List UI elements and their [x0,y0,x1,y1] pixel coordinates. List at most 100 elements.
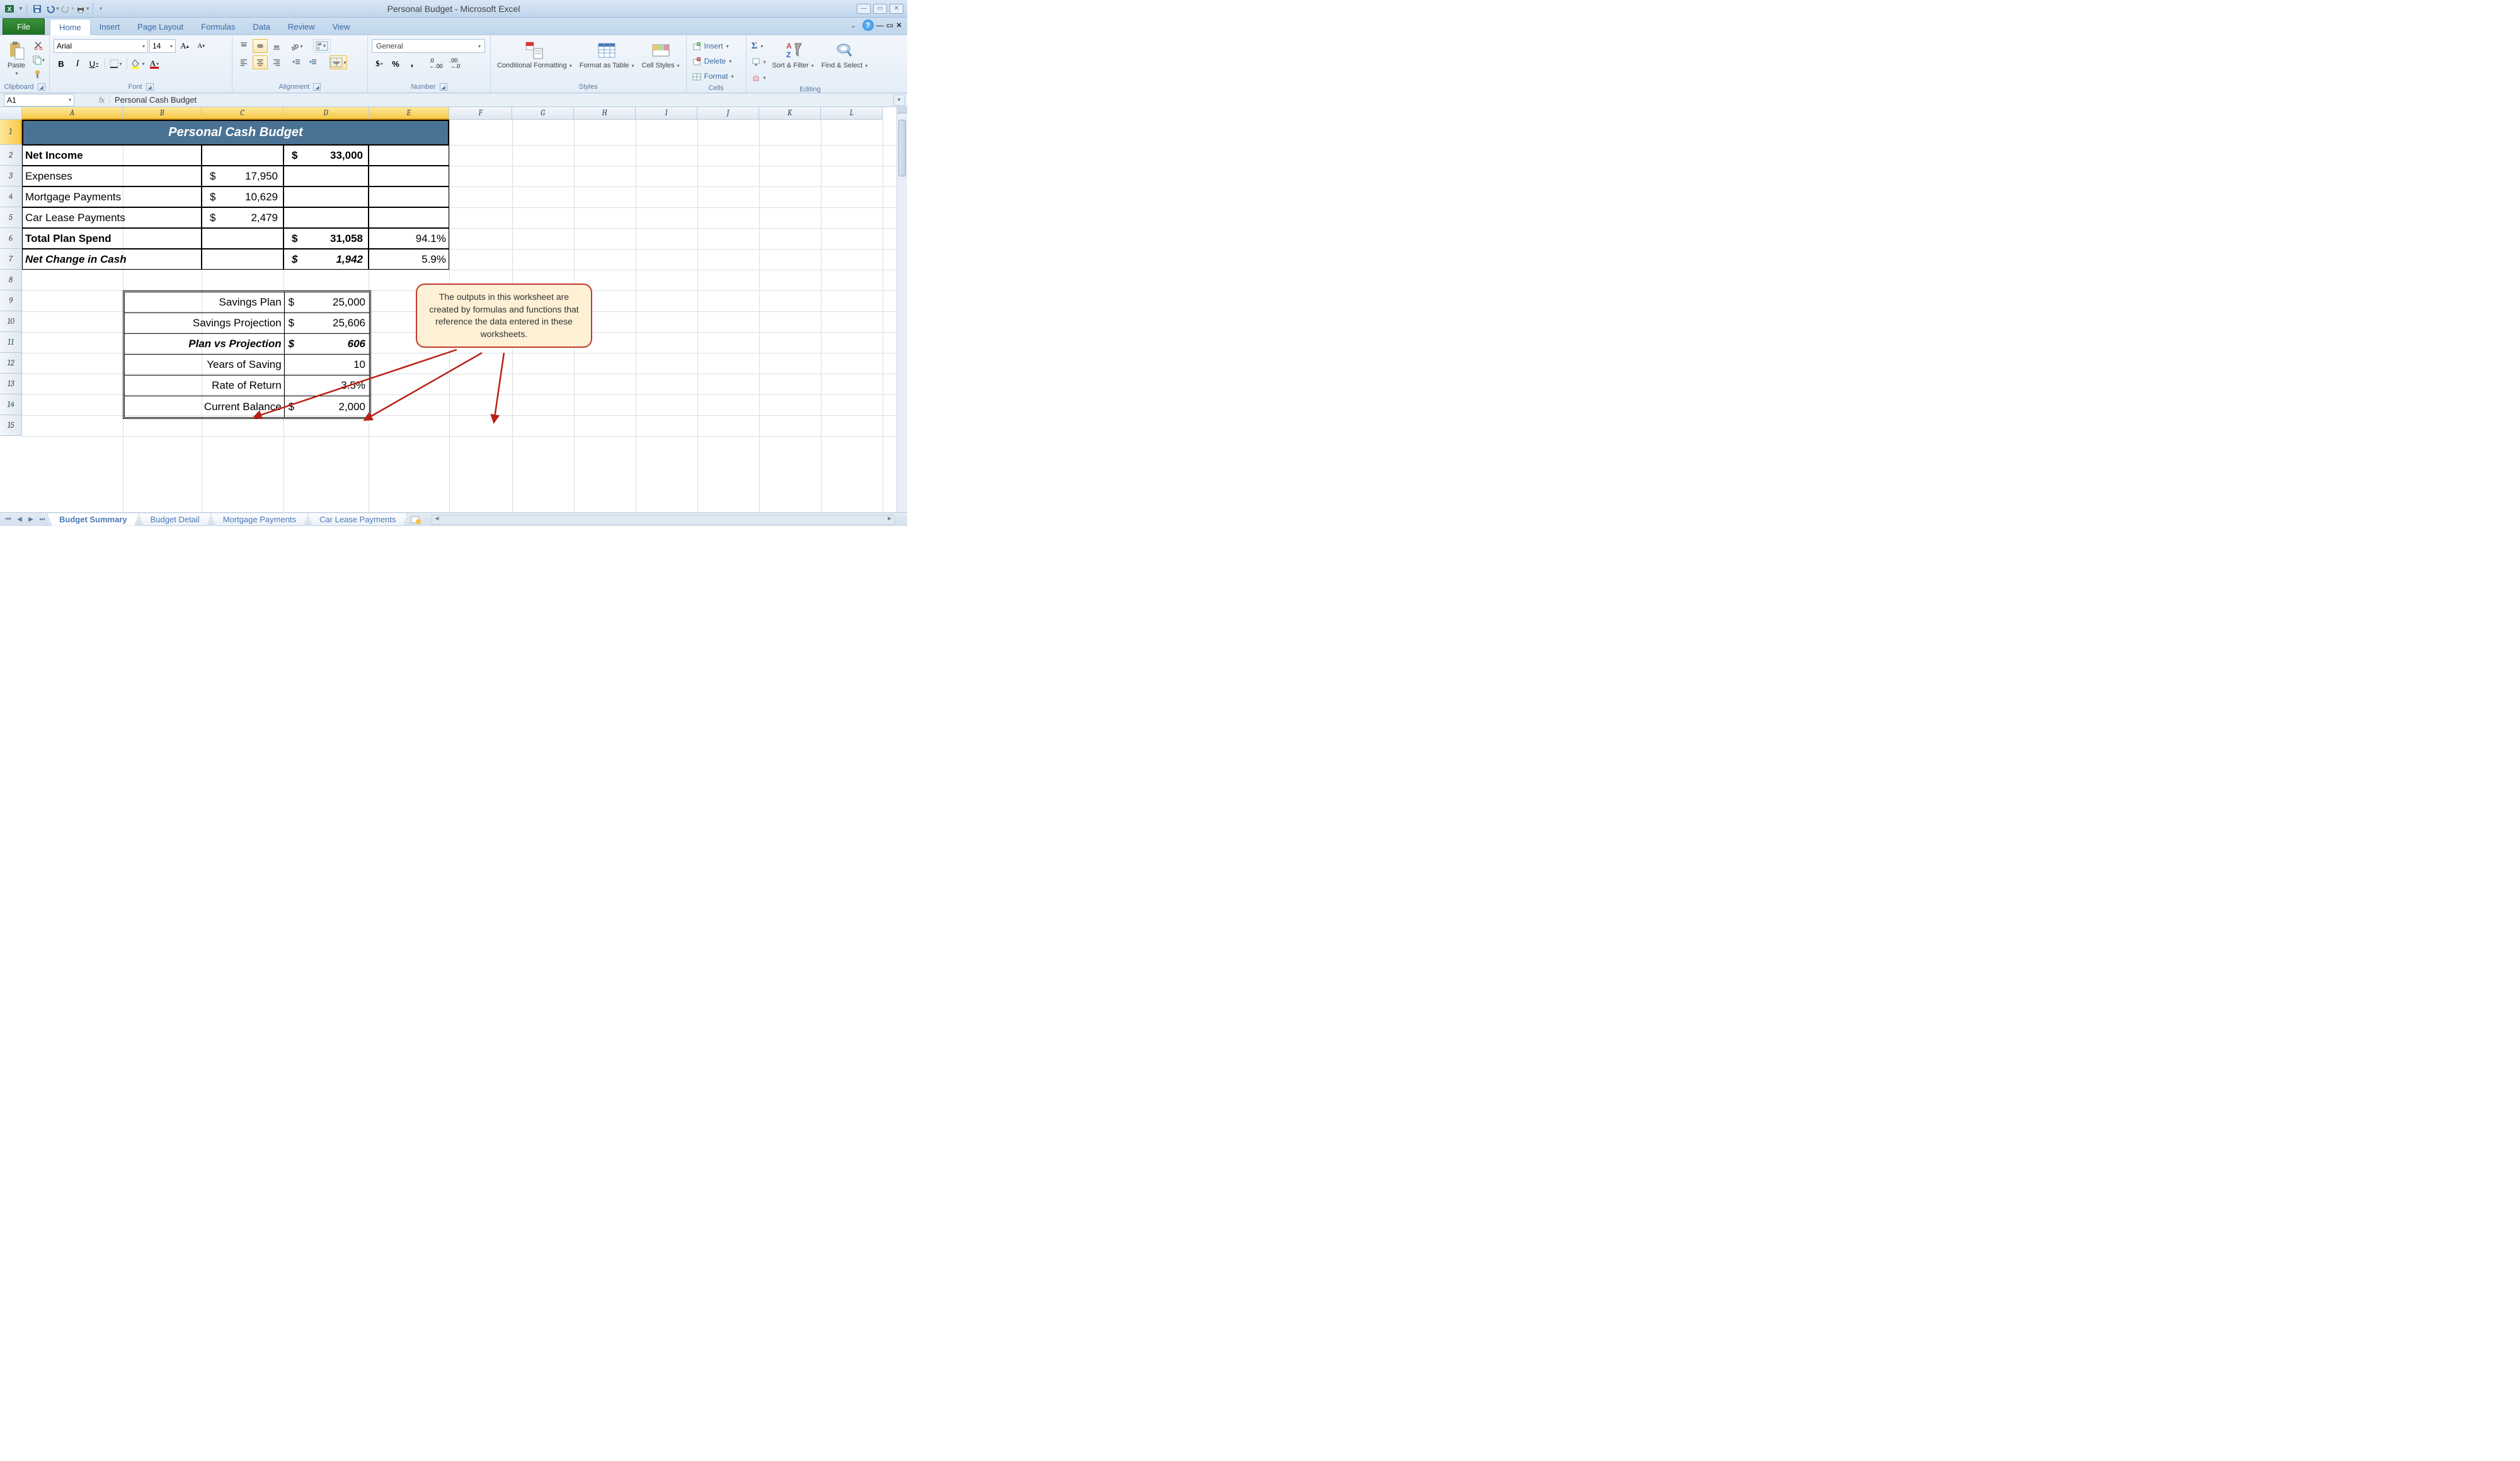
insert-cells-button[interactable]: +Insert ▾ [690,39,730,53]
row-header-15[interactable]: 15 [0,415,22,436]
merge-center-icon[interactable]: a▾ [329,55,347,69]
tab-data[interactable]: Data [244,18,278,35]
help-icon[interactable]: ? [862,20,874,31]
cell-A5[interactable]: Car Lease Payments [22,207,202,228]
tab-page-layout[interactable]: Page Layout [129,18,192,35]
format-as-table-button[interactable]: Format as Table ▾ [577,39,637,71]
row-header-13[interactable]: 13 [0,374,22,394]
cell-C2[interactable] [202,145,284,166]
horizontal-scrollbar[interactable] [432,515,895,525]
tab-insert[interactable]: Insert [91,18,129,35]
last-sheet-button[interactable]: ⏭ [37,514,48,525]
fx-icon[interactable]: fx [94,96,110,105]
cell-BC11[interactable]: Plan vs Projection [125,334,285,355]
accounting-icon[interactable]: $▾ [372,57,387,71]
tab-review[interactable]: Review [279,18,324,35]
underline-button[interactable]: U▾ [86,57,101,71]
paste-button[interactable]: Paste ▾ [4,39,29,77]
number-dialog-launcher[interactable]: ◢ [440,83,447,91]
wrap-text-icon[interactable]: abc [313,39,331,53]
cell-C3[interactable]: $17,950 [202,166,284,186]
cell-E2[interactable] [369,145,449,166]
cell-D12[interactable]: 10 [285,355,369,375]
row-header-6[interactable]: 6 [0,228,22,249]
tab-formulas[interactable]: Formulas [192,18,244,35]
row-header-11[interactable]: 11 [0,332,22,353]
select-all-button[interactable] [0,107,22,120]
column-header-J[interactable]: J [697,107,759,120]
row-header-2[interactable]: 2 [0,145,22,166]
delete-cells-button[interactable]: ×Delete ▾ [690,54,733,68]
conditional-formatting-button[interactable]: Conditional Formatting ▾ [495,39,575,71]
print-icon[interactable]: ▾ [76,2,89,16]
align-right-icon[interactable] [269,55,284,69]
borders-button[interactable]: ▾ [108,57,123,71]
cell-C4[interactable]: $10,629 [202,186,284,207]
percent-icon[interactable]: % [388,57,403,71]
orientation-icon[interactable]: ab▾ [289,39,304,53]
doc-minimize-button[interactable]: — [876,21,884,30]
increase-indent-icon[interactable] [306,55,321,69]
column-header-A[interactable]: A [22,107,123,120]
italic-button[interactable]: I [70,57,85,71]
split-handle[interactable] [897,107,907,113]
increase-decimal-icon[interactable]: .0←.00 [427,57,445,71]
align-center-icon[interactable] [253,55,268,69]
cell-BC9[interactable]: Savings Plan [125,292,285,313]
cell-E5[interactable] [369,207,449,228]
customize-qat-dropdown[interactable]: ▾ [96,2,105,16]
formula-input[interactable]: Personal Cash Budget [112,95,893,105]
excel-menu-dropdown[interactable]: ▼ [18,6,23,11]
tab-home[interactable]: Home [50,19,91,35]
paste-dropdown[interactable]: ▾ [15,71,18,76]
sort-filter-button[interactable]: AZ Sort & Filter ▾ [770,39,816,71]
save-icon[interactable] [30,2,44,16]
vertical-scrollbar[interactable] [896,107,907,512]
row-header-10[interactable]: 10 [0,311,22,332]
cell-D2[interactable]: $33,000 [284,145,369,166]
cell-D11[interactable]: $606 [285,334,369,355]
fill-button[interactable]: ▾ [750,55,767,69]
row-header-5[interactable]: 5 [0,207,22,228]
cell-E6[interactable]: 94.1% [369,228,449,249]
tab-view[interactable]: View [323,18,358,35]
cell-A7[interactable]: Net Change in Cash [22,249,202,270]
close-button[interactable]: ✕ [890,4,903,14]
cell-E3[interactable] [369,166,449,186]
number-format-select[interactable]: General▾ [372,39,485,53]
clear-button[interactable]: ▾ [750,71,767,84]
next-sheet-button[interactable]: ▶ [25,514,37,525]
file-tab[interactable]: File [3,18,45,35]
row-header-14[interactable]: 14 [0,394,22,415]
restore-button[interactable]: ▭ [873,4,887,14]
column-header-K[interactable]: K [759,107,821,120]
column-header-I[interactable]: I [636,107,697,120]
cell-C5[interactable]: $2,479 [202,207,284,228]
cell-C7[interactable] [202,249,284,270]
undo-icon[interactable]: ▾ [45,2,59,16]
grow-font-icon[interactable]: A▴ [177,39,192,53]
redo-icon[interactable]: ▾ [60,2,74,16]
sheet-tab-budget-detail[interactable]: Budget Detail [139,513,212,526]
insert-worksheet-button[interactable] [408,515,424,525]
scroll-thumb[interactable] [898,120,906,176]
prev-sheet-button[interactable]: ◀ [14,514,25,525]
cell-E4[interactable] [369,186,449,207]
formula-expand-button[interactable]: ▾ [893,95,905,106]
align-bottom-icon[interactable] [269,39,284,53]
align-left-icon[interactable] [236,55,251,69]
cell-BC13[interactable]: Rate of Return [125,375,285,396]
cell-D14[interactable]: $2,000 [285,396,369,417]
name-box[interactable]: A1▾ [4,94,74,106]
row-header-3[interactable]: 3 [0,166,22,186]
find-select-button[interactable]: Find & Select ▾ [819,39,871,71]
cut-icon[interactable] [32,39,45,52]
cell-BC14[interactable]: Current Balance [125,396,285,417]
row-header-12[interactable]: 12 [0,353,22,374]
cell-BC10[interactable]: Savings Projection [125,313,285,334]
row-header-1[interactable]: 1 [0,120,22,145]
autosum-button[interactable]: Σ ▾ [750,39,767,53]
minimize-button[interactable]: — [857,4,871,14]
cell-styles-button[interactable]: Cell Styles ▾ [639,39,682,71]
sheet-tab-budget-summary[interactable]: Budget Summary [47,513,139,526]
